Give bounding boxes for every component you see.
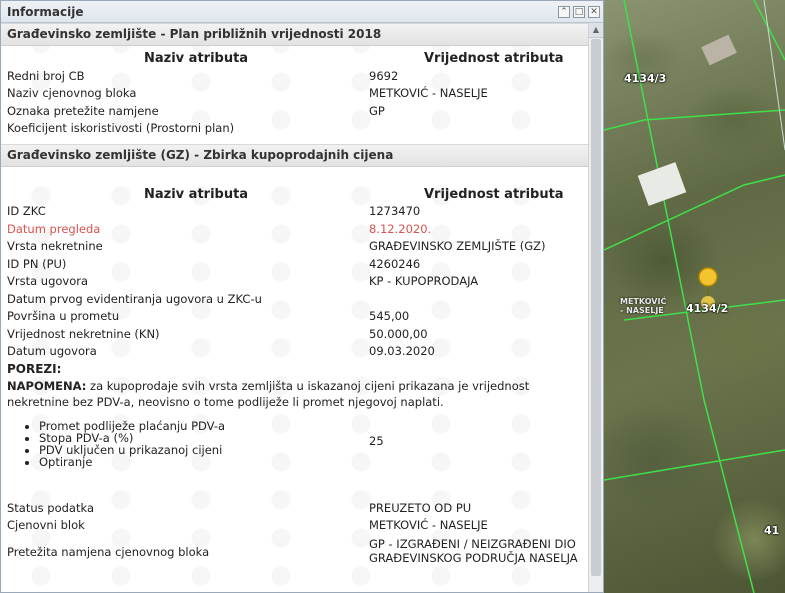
attribute-value: METKOVIĆ - NASELJE — [369, 518, 488, 532]
attribute-value: 9692 — [369, 68, 399, 83]
attribute-row: Površina u prometu 545,00 — [1, 308, 589, 326]
attribute-name: Cjenovni blok — [7, 518, 85, 532]
scroll-up-icon[interactable]: ▲ — [589, 23, 603, 38]
note-body: za kupoprodaje svih vrsta zemljišta u is… — [7, 378, 530, 409]
parcel-label: 4134/2 — [686, 302, 729, 315]
attribute-value: 545,00 — [369, 309, 410, 323]
note-text: NAPOMENA: za kupoprodaje svih vrsta zeml… — [1, 378, 587, 410]
column-headers: Naziv atributa Vrijednost atributa — [1, 186, 589, 204]
attribute-row: Cjenovni blok METKOVIĆ - NASELJE — [1, 517, 589, 535]
vat-block: Promet podliježe plaćanju PDV-a Stopa PD… — [1, 420, 589, 488]
attribute-name: Redni broj CB — [7, 68, 85, 83]
attribute-name: ID PN (PU) — [7, 256, 67, 271]
value-line: GP - IZGRAĐENI / NEIZGRAĐENI DIO — [369, 536, 576, 551]
attribute-row: Vrsta ugovora KP - KUPOPRODAJA — [1, 273, 589, 291]
parcel-label: 4134/3 — [624, 72, 667, 85]
attribute-row: Datum pregleda 8.12.2020. — [1, 221, 589, 239]
attribute-name: Pretežita namjena cjenovnog bloka — [7, 544, 210, 559]
close-icon[interactable]: ✕ — [588, 5, 600, 18]
attribute-name: Vrsta nekretnine — [7, 239, 103, 253]
attribute-name: Površina u prometu — [7, 309, 120, 323]
place-label-line1: METKOVIĆ — [620, 297, 667, 306]
attribute-row: Koeficijent iskoristivosti (Prostorni pl… — [1, 120, 589, 138]
attribute-value: 4260246 — [369, 256, 421, 271]
attribute-row: Redni broj CB 9692 — [1, 68, 589, 86]
attribute-row: Status podatka PREUZETO OD PU — [1, 500, 589, 518]
note-label: NAPOMENA: — [7, 378, 87, 393]
attribute-value: PREUZETO OD PU — [369, 500, 472, 515]
attribute-row: Vrijednost nekretnine (KN) 50.000,00 — [1, 326, 589, 344]
panel-titlebar: Informacije ⌃ □ ✕ — [1, 1, 603, 23]
list-item: Promet podliježe plaćanju PDV-a — [39, 420, 589, 432]
attribute-name: Datum pregleda — [7, 221, 101, 236]
maximize-icon[interactable]: □ — [573, 5, 585, 18]
attribute-name: Oznaka pretežite namjene — [7, 103, 159, 118]
place-label: METKOVIĆ - NASELJE — [620, 297, 666, 315]
attribute-name: Naziv cjenovnog bloka — [7, 86, 137, 100]
attribute-row: ID ZKC 1273470 — [1, 203, 589, 221]
attribute-name: Vrsta ugovora — [7, 274, 89, 288]
attribute-value: 09.03.2020 — [369, 344, 435, 358]
attribute-row: ID PN (PU) 4260246 — [1, 256, 589, 274]
attribute-value: GP - IZGRAĐENI / NEIZGRAĐENI DIO GRAĐEVI… — [369, 537, 578, 565]
attribute-name: Datum prvog evidentiranja ugovora u ZKC-… — [7, 291, 262, 306]
panel-content[interactable]: Građevinsko zemljište - Plan približnih … — [1, 23, 589, 592]
col-attr-header: Naziv atributa — [144, 51, 249, 66]
attribute-value: 50.000,00 — [369, 326, 428, 341]
attribute-value: GRAĐEVINSKO ZEMLJIŠTE (GZ) — [369, 239, 546, 253]
attribute-row: Pretežita namjena cjenovnog bloka GP - I… — [1, 535, 589, 567]
vat-rate-value: 25 — [369, 433, 384, 448]
vat-list: Promet podliježe plaćanju PDV-a Stopa PD… — [1, 420, 589, 468]
parcel-label: 41 — [764, 524, 780, 537]
collapse-icon[interactable]: ⌃ — [558, 5, 570, 18]
place-label-line2: - NASELJE — [620, 306, 664, 315]
attribute-value: KP - KUPOPRODAJA — [369, 274, 479, 288]
attribute-name: Vrijednost nekretnine (KN) — [7, 326, 160, 341]
vertical-scrollbar[interactable]: ▲ — [588, 23, 603, 592]
section-header[interactable]: Građevinsko zemljište (GZ) - Zbirka kupo… — [1, 143, 589, 167]
list-item: PDV uključen u prikazanoj cijeni — [39, 444, 589, 456]
taxes-heading: POREZI: — [7, 361, 62, 376]
column-headers: Naziv atributa Vrijednost atributa — [1, 50, 589, 68]
attribute-value: METKOVIĆ - NASELJE — [369, 86, 488, 100]
attribute-name: ID ZKC — [7, 204, 46, 218]
attribute-row: Naziv cjenovnog bloka METKOVIĆ - NASELJE — [1, 85, 589, 103]
attribute-row: Datum ugovora 09.03.2020 — [1, 343, 589, 361]
attribute-name: Datum ugovora — [7, 344, 97, 358]
attribute-row: Datum prvog evidentiranja ugovora u ZKC-… — [1, 291, 589, 309]
col-attr-header: Naziv atributa — [144, 186, 249, 202]
section-header[interactable]: Građevinsko zemljište - Plan približnih … — [1, 23, 589, 46]
info-panel: Informacije ⌃ □ ✕ Građevinsko zemljište … — [0, 0, 604, 593]
attribute-value: 1273470 — [369, 204, 421, 218]
attribute-name: Status podatka — [7, 500, 94, 515]
attribute-row: Oznaka pretežite namjene GP — [1, 103, 589, 121]
list-item: Stopa PDV-a (%) — [39, 432, 589, 444]
panel-title: Informacije — [7, 4, 84, 19]
col-value-header: Vrijednost atributa — [424, 51, 564, 66]
attribute-row: Vrsta nekretnine GRAĐEVINSKO ZEMLJIŠTE (… — [1, 238, 589, 256]
attribute-value: GP — [369, 103, 385, 118]
attribute-value: 8.12.2020. — [369, 221, 432, 236]
col-value-header: Vrijednost atributa — [424, 186, 564, 202]
attribute-name: Koeficijent iskoristivosti (Prostorni pl… — [7, 121, 235, 135]
map-view[interactable]: 4134/3 4134/2 41 METKOVIĆ - NASELJE — [604, 0, 785, 593]
scrollbar-thumb[interactable] — [591, 39, 601, 576]
value-line: GRAĐEVINSKOG PODRUČJA NASELJA — [369, 550, 578, 565]
list-item: Optiranje — [39, 456, 589, 468]
